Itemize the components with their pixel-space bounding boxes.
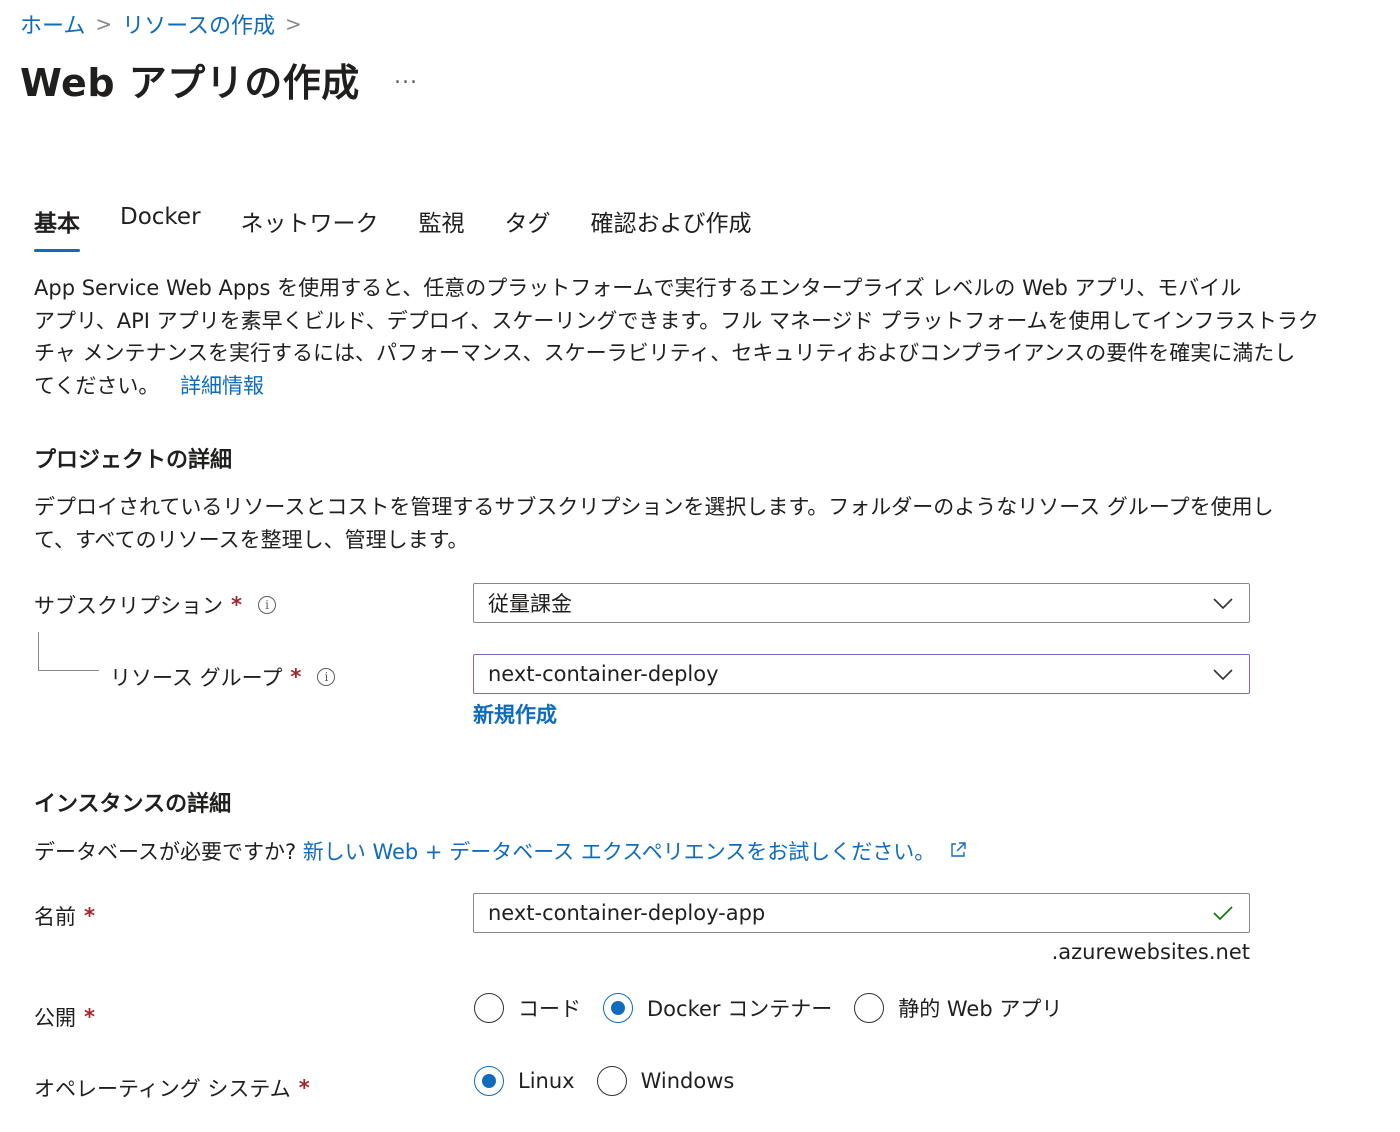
- publish-option-code[interactable]: コード: [474, 993, 581, 1023]
- required-asterisk: *: [298, 1076, 310, 1100]
- publish-label-text: 公開: [34, 1006, 76, 1030]
- publish-option-static-web-app[interactable]: 静的 Web アプリ: [854, 993, 1062, 1023]
- name-label-text: 名前: [34, 905, 76, 929]
- app-name-input[interactable]: next-container-deploy-app: [473, 893, 1250, 933]
- resource-group-label-text: リソース グループ: [110, 666, 283, 690]
- publish-label: 公開 *: [34, 1002, 95, 1032]
- subscription-label: サブスクリプション * i: [34, 590, 276, 620]
- radio-button[interactable]: [596, 1066, 627, 1096]
- checkmark-icon: [1213, 906, 1233, 921]
- required-asterisk: *: [231, 593, 242, 617]
- tree-connector: [38, 632, 99, 671]
- os-option-label: Windows: [640, 1069, 735, 1093]
- tab-docker[interactable]: Docker: [120, 204, 201, 238]
- required-asterisk: *: [290, 665, 302, 689]
- tab-bar: 基本 Docker ネットワーク 監視 タグ 確認および作成: [34, 204, 752, 252]
- radio-button[interactable]: [474, 993, 504, 1023]
- more-options-button[interactable]: ...: [394, 64, 418, 89]
- breadcrumb: ホーム > リソースの作成 >: [20, 8, 302, 40]
- os-label: オペレーティング システム *: [34, 1073, 310, 1103]
- publish-option-docker-container[interactable]: Docker コンテナー: [603, 993, 832, 1023]
- info-icon[interactable]: i: [317, 668, 336, 686]
- project-desc-line: デプロイされているリソースとコストを管理するサブスクリプションを選択します。フォ…: [34, 495, 1274, 519]
- tab-networking[interactable]: ネットワーク: [241, 204, 379, 238]
- project-description: デプロイされているリソースとコストを管理するサブスクリプションを選択します。フォ…: [34, 491, 1274, 556]
- page-title: Web アプリの作成: [20, 61, 360, 105]
- publish-option-label: コード: [518, 997, 581, 1021]
- os-label-text: オペレーティング システム: [34, 1077, 291, 1101]
- required-asterisk: *: [84, 904, 95, 928]
- publish-option-label: Docker コンテナー: [647, 997, 833, 1021]
- chevron-down-icon: [1213, 669, 1233, 681]
- tab-monitoring[interactable]: 監視: [419, 204, 465, 238]
- radio-button[interactable]: [854, 993, 885, 1023]
- app-name-value: next-container-deploy-app: [488, 901, 766, 925]
- breadcrumb-create-resource-link[interactable]: リソースの作成: [122, 8, 275, 40]
- database-prompt: データベースが必要ですか? 新しい Web + データベース エクスペリエンスを…: [34, 836, 968, 866]
- os-option-windows[interactable]: Windows: [596, 1066, 735, 1096]
- os-option-label: Linux: [518, 1069, 575, 1093]
- tab-review-create[interactable]: 確認および作成: [591, 204, 752, 238]
- resource-group-label: リソース グループ * i: [110, 662, 336, 692]
- chevron-down-icon: [1213, 598, 1233, 610]
- breadcrumb-separator: >: [95, 12, 113, 36]
- name-label: 名前 *: [34, 901, 95, 931]
- learn-more-link[interactable]: 詳細情報: [180, 374, 264, 398]
- domain-suffix: .azurewebsites.net: [1051, 940, 1250, 964]
- intro-line: てください。 詳細情報: [34, 370, 1319, 403]
- resource-group-dropdown[interactable]: next-container-deploy: [473, 654, 1250, 694]
- web-database-link-text: 新しい Web + データベース エクスペリエンスをお試しください。: [302, 840, 936, 864]
- database-question: データベースが必要ですか?: [34, 840, 297, 864]
- tab-tags[interactable]: タグ: [505, 204, 551, 238]
- publish-option-label: 静的 Web アプリ: [898, 997, 1063, 1021]
- required-asterisk: *: [84, 1005, 95, 1029]
- os-radio-group: Linux Windows: [474, 1066, 756, 1096]
- subscription-value: 従量課金: [488, 592, 572, 616]
- tab-basics[interactable]: 基本: [34, 204, 80, 252]
- radio-button[interactable]: [603, 993, 633, 1023]
- resource-group-value: next-container-deploy: [488, 662, 719, 686]
- publish-radio-group: コード Docker コンテナー 静的 Web アプリ: [474, 993, 1084, 1023]
- intro-line: チャ メンテナンスを実行するには、パフォーマンス、スケーラビリティ、セキュリティ…: [34, 341, 1296, 365]
- intro-line: App Service Web Apps を使用すると、任意のプラットフォームで…: [34, 276, 1242, 300]
- web-database-experience-link[interactable]: 新しい Web + データベース エクスペリエンスをお試しください。: [303, 840, 968, 864]
- radio-button[interactable]: [474, 1066, 504, 1096]
- breadcrumb-home-link[interactable]: ホーム: [20, 8, 85, 40]
- intro-description: App Service Web Apps を使用すると、任意のプラットフォームで…: [34, 272, 1319, 402]
- os-option-linux[interactable]: Linux: [474, 1066, 575, 1096]
- project-desc-line: て、すべてのリソースを整理し、管理します。: [34, 527, 469, 552]
- external-link-icon: [951, 842, 966, 857]
- instance-details-heading: インスタンスの詳細: [34, 792, 232, 817]
- create-new-resource-group-link[interactable]: 新規作成: [473, 699, 557, 729]
- breadcrumb-separator: >: [285, 12, 302, 36]
- subscription-label-text: サブスクリプション: [34, 594, 223, 618]
- info-icon[interactable]: i: [257, 596, 276, 614]
- intro-line: アプリ、API アプリを素早くビルド、デプロイ、スケーリングできます。フル マネ…: [34, 308, 1319, 333]
- subscription-dropdown[interactable]: 従量課金: [473, 583, 1250, 623]
- intro-line-end: てください。: [34, 373, 160, 398]
- project-details-heading: プロジェクトの詳細: [34, 448, 233, 473]
